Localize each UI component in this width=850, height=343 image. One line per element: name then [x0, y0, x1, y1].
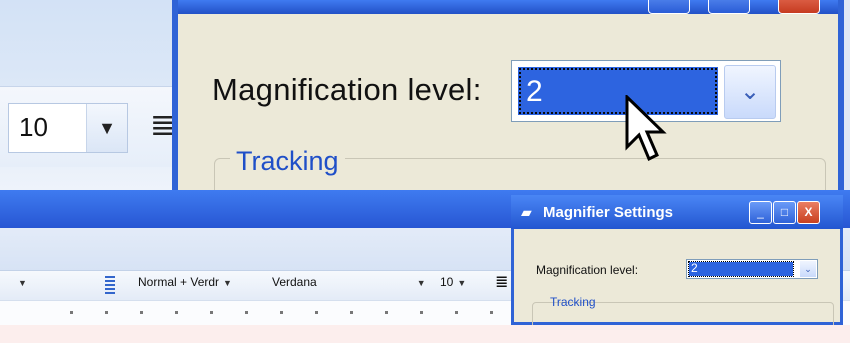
magnification-selected: 2 — [688, 261, 794, 277]
font-size-dropdown[interactable]: 10 ▼ — [440, 275, 490, 295]
chevron-down-icon[interactable]: ▼ — [457, 278, 466, 288]
dialog-title: Magnifier Settings — [543, 204, 674, 221]
zoomed-close-button[interactable] — [778, 0, 820, 14]
zoomed-tracking-label: Tracking — [230, 146, 345, 177]
zoomed-minimize-button[interactable] — [648, 0, 690, 14]
chevron-down-icon[interactable]: ⌄ — [724, 65, 776, 119]
zoomed-magnification-selected: 2 — [518, 67, 718, 115]
dialog-titlebar: ▰ Magnifier Settings _ □ X — [511, 195, 843, 229]
style-dropdown[interactable]: Normal + Verdr ▼ — [138, 275, 258, 295]
zoomed-maximize-button[interactable] — [708, 0, 750, 14]
zoomed-font-size-value: 10 — [19, 112, 48, 142]
magnification-value: 2 — [691, 261, 698, 275]
toolbar-grip[interactable] — [105, 276, 115, 296]
magnifier-settings-dialog: ▰ Magnifier Settings _ □ X Magnification… — [511, 195, 843, 325]
magnification-select[interactable]: 2 ⌄ — [686, 259, 818, 279]
zoomed-magnification-label: Magnification level: — [212, 72, 482, 107]
style-dropdown-left[interactable]: ▼ — [14, 275, 27, 295]
tracking-label: Tracking — [550, 295, 596, 309]
maximize-button[interactable]: □ — [773, 201, 796, 224]
magnifier-app-icon: ▰ — [521, 204, 532, 220]
chevron-down-icon[interactable]: ▼ — [417, 278, 426, 288]
style-value: Normal + Verdr — [138, 275, 220, 289]
zoomed-word-toolbar: 10 ▼ ≣ — [0, 0, 180, 190]
font-size-value: 10 — [440, 275, 454, 289]
mouse-pointer-icon — [625, 95, 667, 162]
chevron-down-icon[interactable]: ▼ — [223, 278, 232, 288]
close-button[interactable]: X — [797, 201, 820, 224]
zoomed-font-size-combo[interactable]: 10 ▼ — [8, 103, 128, 153]
font-value: Verdana — [272, 275, 317, 289]
font-dropdown[interactable]: Verdana ▼ — [272, 275, 462, 295]
align-icon[interactable]: ≣ — [150, 108, 175, 144]
chevron-down-icon[interactable]: ▼ — [86, 104, 127, 152]
screenshot: 10 ▼ ≣ Magnification level: 2 ⌄ Tracking… — [0, 0, 850, 325]
minimize-button[interactable]: _ — [749, 201, 772, 224]
chevron-down-icon[interactable]: ⌄ — [800, 261, 816, 277]
magnification-label: Magnification level: — [536, 263, 639, 277]
chevron-down-icon[interactable]: ▼ — [18, 278, 27, 288]
align-icon[interactable]: ≣ — [495, 272, 508, 292]
zoomed-magnifier-dialog: Magnification level: 2 ⌄ Tracking — [172, 0, 844, 220]
zoomed-magnification-value: 2 — [526, 75, 543, 108]
